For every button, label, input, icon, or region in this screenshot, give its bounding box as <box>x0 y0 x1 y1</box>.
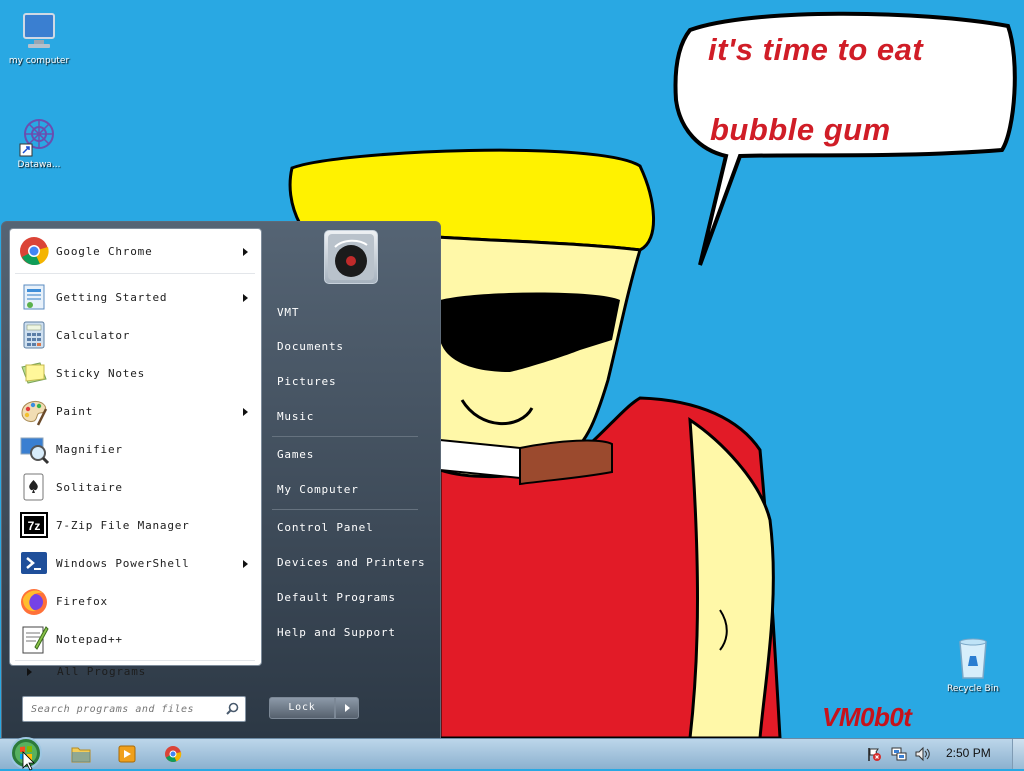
solitaire-icon <box>23 473 44 501</box>
desktop-icon-label: Recycle Bin <box>947 684 999 694</box>
right-item-label: My Computer <box>277 483 359 496</box>
start-orb-icon[interactable] <box>8 735 44 771</box>
right-item-label: Pictures <box>277 375 337 388</box>
action-center-flag-icon[interactable] <box>866 746 882 762</box>
all-programs-label: All Programs <box>57 665 147 678</box>
start-right-item-documents[interactable]: Documents <box>266 334 436 360</box>
program-label: Google Chrome <box>56 245 153 258</box>
submenu-arrow-icon <box>243 560 248 568</box>
separator <box>272 436 418 437</box>
program-item-magnifier[interactable]: Magnifier <box>13 431 258 467</box>
start-right-item-music[interactable]: Music <box>266 404 436 430</box>
desktop-icon-my-computer[interactable]: my computer <box>2 8 76 67</box>
program-label: Solitaire <box>56 481 123 494</box>
all-programs-arrow-icon <box>27 668 32 676</box>
taskbar-explorer-button[interactable] <box>64 742 98 766</box>
recycle-bin-icon <box>959 638 987 679</box>
program-label: Notepad++ <box>56 633 123 646</box>
taskbar-media-player-button[interactable] <box>110 742 144 766</box>
right-item-label: Music <box>277 410 315 423</box>
start-menu: Google Chrome Getting Started Calculator… <box>1 221 441 740</box>
submenu-arrow-icon <box>243 294 248 302</box>
right-item-label: VMT <box>277 306 300 319</box>
notepadpp-icon <box>22 626 49 654</box>
lock-button[interactable]: Lock <box>269 697 335 719</box>
program-item-7zip[interactable]: 7z 7-Zip File Manager <box>13 507 258 543</box>
start-right-item-control-panel[interactable]: Control Panel <box>266 515 436 541</box>
program-item-calculator[interactable]: Calculator <box>13 317 258 353</box>
svg-text:7z: 7z <box>28 519 41 533</box>
program-label: Sticky Notes <box>56 367 146 380</box>
powershell-icon <box>21 552 47 574</box>
program-label: 7-Zip File Manager <box>56 519 190 532</box>
submenu-arrow-icon <box>243 248 248 256</box>
desktop-icon-label: Datawa... <box>17 160 61 170</box>
taskbar-chrome-button[interactable] <box>156 742 190 766</box>
wallpaper-caption-line2: bubble gum <box>710 112 891 147</box>
user-avatar-icon <box>328 234 374 280</box>
program-label: Firefox <box>56 595 108 608</box>
program-label: Paint <box>56 405 94 418</box>
program-item-sticky-notes[interactable]: Sticky Notes <box>13 355 258 391</box>
datawa-icon <box>19 119 54 157</box>
program-item-solitaire[interactable]: Solitaire <box>13 469 258 505</box>
program-item-firefox[interactable]: Firefox <box>13 583 258 619</box>
show-desktop-button[interactable] <box>1012 739 1024 769</box>
magnifier-icon <box>20 437 50 465</box>
right-item-label: Default Programs <box>277 591 396 604</box>
7zip-icon: 7z <box>20 512 48 538</box>
right-item-label: Documents <box>277 340 344 353</box>
start-right-item-devices-printers[interactable]: Devices and Printers <box>266 550 436 576</box>
separator <box>15 273 255 274</box>
folder-icon <box>71 747 91 763</box>
start-right-item-help-support[interactable]: Help and Support <box>266 620 436 646</box>
program-item-google-chrome[interactable]: Google Chrome <box>13 233 258 269</box>
chrome-icon <box>165 746 182 763</box>
network-icon[interactable] <box>890 746 908 762</box>
getting-started-icon <box>23 284 45 310</box>
start-right-item-default-programs[interactable]: Default Programs <box>266 585 436 611</box>
program-item-paint[interactable]: Paint <box>13 393 258 429</box>
clock[interactable]: 2:50 PM <box>946 746 991 760</box>
program-item-getting-started[interactable]: Getting Started <box>13 279 258 315</box>
desktop-icon-label: my computer <box>8 56 70 66</box>
right-item-label: Games <box>277 448 315 461</box>
computer-icon <box>23 13 55 48</box>
sticky-notes-icon <box>21 362 47 384</box>
taskbar: 2:50 PM <box>0 735 1024 771</box>
shutdown-options-button[interactable] <box>335 697 359 719</box>
submenu-arrow-icon <box>243 408 248 416</box>
paint-icon <box>21 400 48 426</box>
media-player-icon <box>118 745 136 763</box>
search-icon <box>226 702 239 715</box>
desktop-icon-recycle-bin[interactable]: Recycle Bin <box>936 636 1010 695</box>
start-right-item-pictures[interactable]: Pictures <box>266 369 436 395</box>
program-label: Magnifier <box>56 443 123 456</box>
start-search-box[interactable] <box>22 696 246 722</box>
right-item-label: Help and Support <box>277 626 396 639</box>
program-item-notepadpp[interactable]: Notepad++ <box>13 621 258 657</box>
program-item-windows-powershell[interactable]: Windows PowerShell <box>13 545 258 581</box>
right-item-label: Devices and Printers <box>277 556 426 569</box>
start-search-input[interactable] <box>29 700 217 718</box>
start-right-item-games[interactable]: Games <box>266 442 436 468</box>
wallpaper-watermark: VM0b0t <box>822 702 912 732</box>
all-programs-button[interactable]: All Programs <box>12 658 257 684</box>
firefox-icon <box>21 589 47 615</box>
user-picture[interactable] <box>324 230 378 284</box>
start-right-item-vmt[interactable]: VMT <box>266 300 436 326</box>
start-menu-programs-pane: Google Chrome Getting Started Calculator… <box>9 228 262 666</box>
separator <box>272 509 418 510</box>
calculator-icon <box>23 321 45 349</box>
start-right-item-my-computer[interactable]: My Computer <box>266 477 436 503</box>
program-label: Calculator <box>56 329 131 342</box>
program-label: Windows PowerShell <box>56 557 190 570</box>
wallpaper-caption-line1: it's time to eat <box>708 32 924 67</box>
volume-icon[interactable] <box>914 746 932 762</box>
desktop-icon-datawa[interactable]: Datawa... <box>2 112 76 171</box>
chrome-icon <box>20 237 49 266</box>
program-label: Getting Started <box>56 291 168 304</box>
right-item-label: Control Panel <box>277 521 374 534</box>
